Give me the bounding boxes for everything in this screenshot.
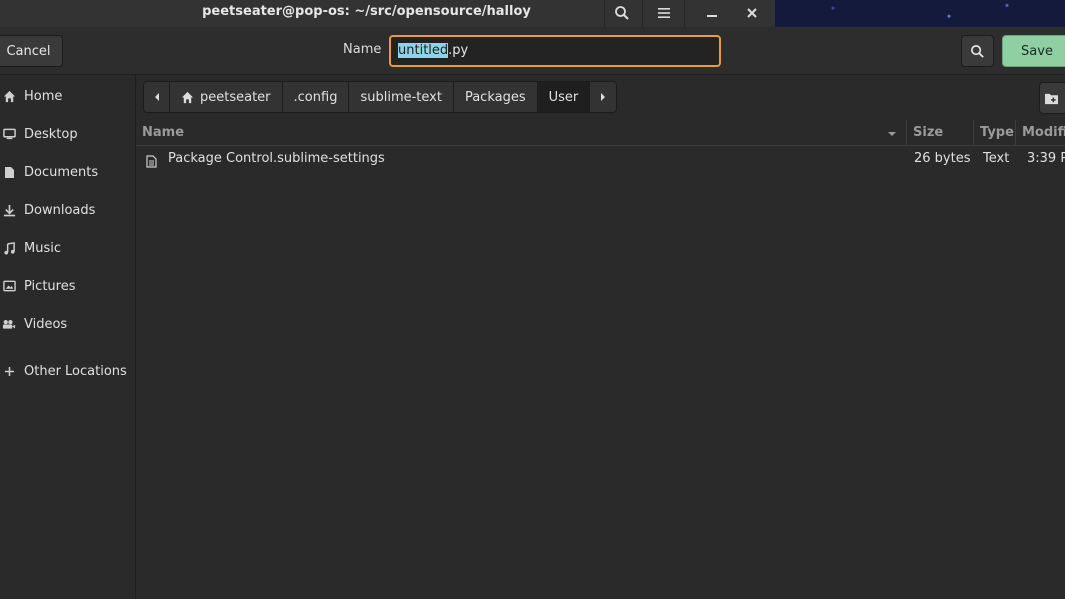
- sidebar-item-label: Home: [24, 88, 63, 104]
- home-icon: [2, 89, 16, 103]
- sidebar-item-videos[interactable]: Videos: [0, 309, 135, 339]
- downloads-icon: [2, 203, 16, 217]
- places-sidebar: Home Desktop Documents Downloads Music P…: [0, 75, 136, 599]
- filename-input[interactable]: untitled.py: [389, 35, 721, 67]
- minimize-icon[interactable]: [692, 0, 732, 25]
- menu-icon[interactable]: [644, 0, 684, 25]
- sort-descending-icon: [888, 132, 896, 136]
- file-type: Text: [983, 151, 1010, 166]
- sidebar-item-other-locations[interactable]: Other Locations: [0, 356, 135, 386]
- column-header-label: Name: [142, 125, 185, 140]
- dialog-headerbar: Cancel Name untitled.py Save: [0, 27, 1065, 75]
- search-icon[interactable]: [602, 0, 642, 25]
- sidebar-item-documents[interactable]: Documents: [0, 157, 135, 187]
- sidebar-item-label: Pictures: [24, 278, 76, 294]
- sidebar-item-pictures[interactable]: Pictures: [0, 271, 135, 301]
- filename-selected-text: untitled: [398, 43, 449, 58]
- documents-icon: [2, 165, 16, 179]
- desktop-icon: [2, 127, 16, 141]
- breadcrumb-item-current[interactable]: User: [537, 82, 591, 112]
- sidebar-item-label: Other Locations: [24, 363, 127, 379]
- titlebar-separator: [684, 0, 685, 27]
- videos-icon: [2, 317, 16, 331]
- sidebar-item-label: Music: [24, 240, 61, 256]
- pictures-icon: [2, 279, 16, 293]
- sidebar-separator: [0, 345, 135, 346]
- titlebar-separator: [642, 0, 643, 27]
- sidebar-item-label: Downloads: [24, 202, 96, 218]
- sidebar-item-label: Documents: [24, 164, 99, 180]
- breadcrumb: peetseater .config sublime-text Packages…: [143, 81, 618, 113]
- breadcrumb-label: peetseater: [200, 89, 271, 105]
- breadcrumb-item[interactable]: Packages: [454, 82, 538, 112]
- file-list: Name Size Type Modified Package Control.…: [136, 120, 1065, 599]
- home-icon: [181, 91, 194, 104]
- breadcrumb-item[interactable]: .config: [283, 82, 350, 112]
- file-modified: 3:39 PM: [1027, 151, 1065, 166]
- column-header-type[interactable]: Type: [973, 120, 1016, 146]
- name-label: Name: [343, 42, 382, 57]
- close-icon[interactable]: [732, 0, 772, 25]
- new-folder-button[interactable]: [1039, 82, 1065, 114]
- file-size: 26 bytes: [914, 151, 971, 166]
- sidebar-item-music[interactable]: Music: [0, 233, 135, 263]
- window-titlebar: peetseater@pop-os: ~/src/opensource/hall…: [0, 0, 1065, 27]
- column-header-size[interactable]: Size: [906, 120, 974, 146]
- sidebar-item-home[interactable]: Home: [0, 81, 135, 111]
- path-bar: peetseater .config sublime-text Packages…: [136, 75, 1065, 120]
- sidebar-item-desktop[interactable]: Desktop: [0, 119, 135, 149]
- file-icon: [146, 152, 157, 168]
- breadcrumb-item-home[interactable]: peetseater: [170, 82, 283, 112]
- file-list-header: Name Size Type Modified: [136, 120, 1065, 146]
- breadcrumb-scroll-right[interactable]: [590, 82, 616, 112]
- column-header-modified[interactable]: Modified: [1015, 120, 1065, 146]
- breadcrumb-item[interactable]: sublime-text: [349, 82, 454, 112]
- search-icon: [971, 44, 984, 58]
- breadcrumb-scroll-left[interactable]: [144, 82, 170, 112]
- new-folder-icon: [1044, 93, 1058, 104]
- sidebar-item-label: Desktop: [24, 126, 78, 142]
- sidebar-item-downloads[interactable]: Downloads: [0, 195, 135, 225]
- music-icon: [2, 241, 16, 255]
- column-header-name[interactable]: Name: [136, 120, 906, 146]
- chevron-left-icon: [154, 93, 159, 101]
- file-name: Package Control.sublime-settings: [168, 151, 385, 166]
- save-button[interactable]: Save: [1002, 35, 1065, 67]
- chevron-right-icon: [601, 93, 606, 101]
- search-button[interactable]: [961, 35, 994, 67]
- plus-icon: [2, 364, 16, 378]
- table-row[interactable]: Package Control.sublime-settings 26 byte…: [136, 146, 1065, 171]
- filename-extension: .py: [448, 43, 469, 58]
- sidebar-item-label: Videos: [24, 316, 68, 332]
- cancel-button[interactable]: Cancel: [0, 35, 63, 67]
- desktop-background: [775, 0, 1065, 27]
